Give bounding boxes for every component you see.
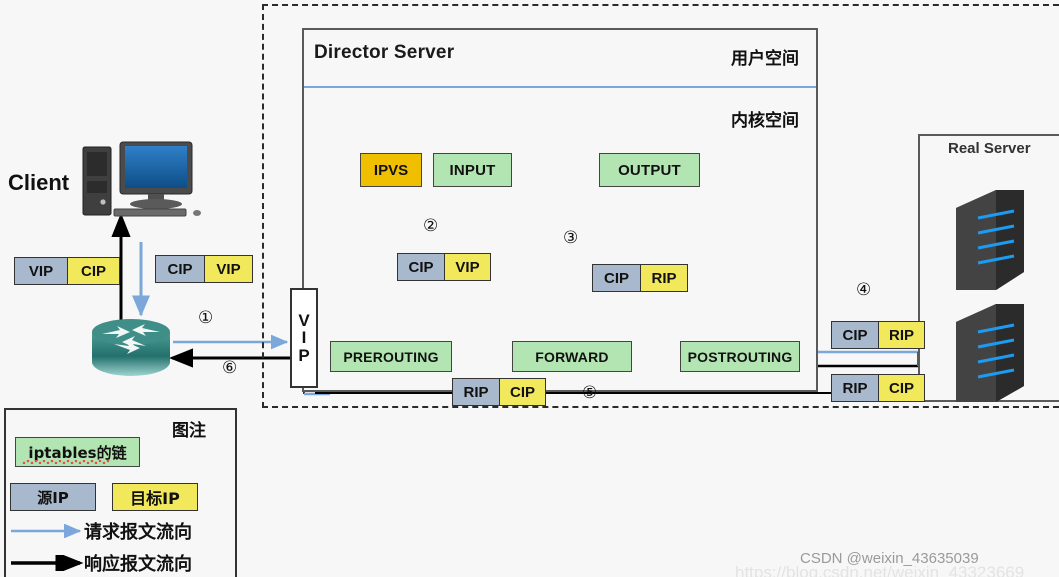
vip-interface-box[interactable]: V I P (290, 288, 318, 388)
director-server-title: Director Server (314, 42, 455, 63)
packet-src-ip: RIP (453, 379, 499, 405)
client-label: Client (8, 170, 70, 195)
packet-badge-return-path: RIP CIP (452, 378, 546, 406)
director-server-box (302, 28, 818, 392)
legend-source-ip-label: 源IP (37, 488, 69, 507)
packet-dst-ip: RIP (878, 322, 924, 348)
legend-dest-ip-swatch: 目标IP (112, 483, 198, 511)
packet-src-ip: CIP (156, 256, 204, 282)
packet-dst-ip: RIP (640, 265, 687, 291)
step-number-5: ⑤ (582, 383, 598, 403)
packet-badge-realserver-out: RIP CIP (831, 374, 925, 402)
step-number-1: ① (198, 308, 214, 328)
chain-box-input[interactable]: INPUT (433, 153, 512, 187)
chain-box-forward[interactable]: FORWARD (512, 341, 632, 372)
chain-label-prerouting: PREROUTING (343, 348, 439, 365)
spellcheck-squiggle-icon (22, 460, 110, 464)
chain-label-ipvs: IPVS (373, 161, 409, 179)
legend-response-flow-label: 响应报文流向 (84, 554, 192, 575)
chain-label-forward: FORWARD (535, 348, 609, 365)
legend-title: 图注 (172, 421, 206, 441)
legend-request-flow-label: 请求报文流向 (84, 522, 192, 543)
real-server-box (918, 134, 1059, 402)
packet-src-ip: CIP (593, 265, 640, 291)
packet-src-ip: VIP (15, 258, 67, 284)
legend-dest-ip-label: 目标IP (130, 489, 180, 508)
legend-iptables-chain-swatch: iptables的链 (15, 437, 140, 467)
user-space-label: 用户空间 (731, 49, 799, 69)
client-computer-icon (82, 141, 201, 217)
vip-letter-i: I (301, 328, 307, 348)
packet-badge-realserver-in: CIP RIP (831, 321, 925, 349)
legend-source-ip-swatch: 源IP (10, 483, 96, 511)
kernel-space-label: 内核空间 (731, 111, 799, 131)
packet-src-ip: RIP (832, 375, 878, 401)
step-number-6: ⑥ (222, 358, 238, 378)
packet-dst-ip: CIP (878, 375, 924, 401)
chain-label-input: INPUT (449, 161, 496, 179)
packet-dst-ip: CIP (499, 379, 545, 405)
chain-box-output[interactable]: OUTPUT (599, 153, 700, 187)
user-kernel-divider (304, 86, 816, 88)
step-number-3: ③ (563, 228, 579, 248)
vip-letter-p: P (298, 345, 310, 365)
packet-src-ip: CIP (398, 254, 444, 280)
chain-label-postrouting: POSTROUTING (687, 348, 793, 365)
packet-dst-ip: CIP (67, 258, 119, 284)
router-icon (92, 319, 170, 376)
packet-dst-ip: VIP (444, 254, 490, 280)
packet-badge-input-postrouting: CIP RIP (592, 264, 688, 292)
chain-box-ipvs[interactable]: IPVS (360, 153, 422, 187)
vip-letter-v: V (298, 311, 310, 330)
chain-box-prerouting[interactable]: PREROUTING (330, 341, 452, 372)
diagram-canvas: Director Server 用户空间 内核空间 IPVS INPUT OUT… (0, 0, 1059, 577)
step-number-2: ② (423, 216, 439, 236)
chain-label-output: OUTPUT (618, 161, 681, 179)
packet-dst-ip: VIP (204, 256, 252, 282)
packet-badge-prerouting-input: CIP VIP (397, 253, 491, 281)
chain-box-postrouting[interactable]: POSTROUTING (680, 341, 800, 372)
packet-badge-client-response: VIP CIP (14, 257, 120, 285)
watermark-csdn-url: https://blog.csdn.net/weixin_43323669 (735, 563, 1025, 577)
real-server-title: Real Server (948, 140, 1031, 157)
packet-src-ip: CIP (832, 322, 878, 348)
step-number-4: ④ (856, 280, 872, 300)
packet-badge-client-request: CIP VIP (155, 255, 253, 283)
